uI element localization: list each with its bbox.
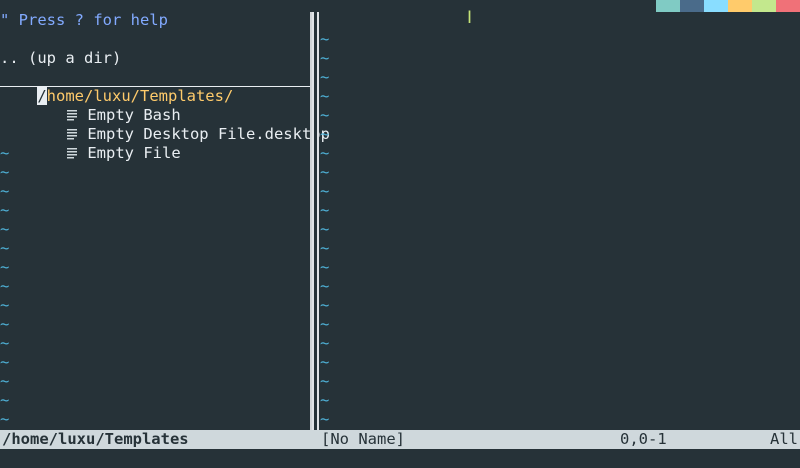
- empty-line-tilde: ~: [320, 163, 330, 181]
- empty-line-tilde: ~: [0, 315, 10, 333]
- command-line[interactable]: [0, 449, 800, 468]
- empty-line-tilde: ~: [0, 220, 10, 238]
- file-name: Empty File: [87, 144, 181, 162]
- empty-line-tilde: ~: [320, 372, 330, 390]
- status-left-buffer-name: /home/luxu/Templates: [2, 430, 189, 448]
- empty-line-tilde: ~: [320, 49, 330, 67]
- empty-line-tilde: ~: [0, 410, 10, 428]
- status-cursor-position: 0,0-1: [620, 430, 667, 448]
- swatch-slate: [680, 0, 704, 12]
- empty-line-tilde: ~: [320, 334, 330, 352]
- tree-file-node[interactable]: Empty File: [30, 125, 181, 162]
- empty-line-tilde: ~: [320, 258, 330, 276]
- mouse-ibeam-cursor-icon: Ⅰ: [466, 8, 472, 28]
- current-directory-path[interactable]: /home/luxu/Templates/: [0, 68, 310, 105]
- empty-line-tilde: ~: [320, 68, 330, 86]
- empty-line-tilde: ~: [320, 239, 330, 257]
- empty-line-tilde: ~: [0, 353, 10, 371]
- empty-line-tilde: ~: [0, 182, 10, 200]
- empty-line-tilde: ~: [320, 201, 330, 219]
- statusline: /home/luxu/Templates [No Name] 0,0-1 All: [0, 430, 800, 449]
- vertical-split-separator[interactable]: [310, 12, 319, 431]
- empty-line-tilde: ~: [320, 353, 330, 371]
- empty-line-tilde: ~: [320, 315, 330, 333]
- up-a-dir-node[interactable]: .. (up a dir): [0, 49, 121, 68]
- empty-line-tilde: ~: [320, 87, 330, 105]
- help-hint: " Press ? for help: [0, 11, 168, 29]
- swatch-teal: [656, 0, 680, 12]
- status-right-buffer-name: [No Name]: [321, 430, 405, 448]
- empty-line-tilde: ~: [0, 334, 10, 352]
- status-scroll-percent: All: [770, 430, 798, 448]
- empty-line-tilde: ~: [0, 372, 10, 390]
- empty-line-tilde: ~: [0, 201, 10, 219]
- empty-line-tilde: ~: [320, 220, 330, 238]
- color-swatch-strip: [656, 0, 800, 12]
- empty-line-tilde: ~: [320, 182, 330, 200]
- empty-line-tilde: ~: [0, 277, 10, 295]
- empty-line-tilde: ~: [320, 144, 330, 162]
- empty-line-tilde: ~: [0, 144, 10, 162]
- empty-line-tilde: ~: [0, 391, 10, 409]
- empty-line-tilde: ~: [320, 277, 330, 295]
- empty-line-tilde: ~: [320, 296, 330, 314]
- vim-window: " Press ? for help .. (up a dir) /home/l…: [0, 0, 800, 468]
- swatch-green: [752, 0, 776, 12]
- empty-line-tilde: ~: [320, 125, 330, 143]
- swatch-yellow: [728, 0, 752, 12]
- tree-file-node[interactable]: Empty Bash: [30, 87, 181, 124]
- tree-file-node[interactable]: Empty Desktop File.desktop: [30, 106, 330, 143]
- empty-line-tilde: ~: [0, 258, 10, 276]
- document-icon: [67, 148, 78, 159]
- empty-line-tilde: ~: [320, 410, 330, 428]
- empty-line-tilde: ~: [320, 391, 330, 409]
- empty-line-tilde: ~: [0, 239, 10, 257]
- swatch-cyan: [704, 0, 728, 12]
- empty-line-tilde: ~: [320, 30, 330, 48]
- swatch-red: [776, 0, 800, 12]
- empty-line-tilde: ~: [320, 106, 330, 124]
- empty-line-tilde: ~: [0, 296, 10, 314]
- empty-line-tilde: ~: [0, 163, 10, 181]
